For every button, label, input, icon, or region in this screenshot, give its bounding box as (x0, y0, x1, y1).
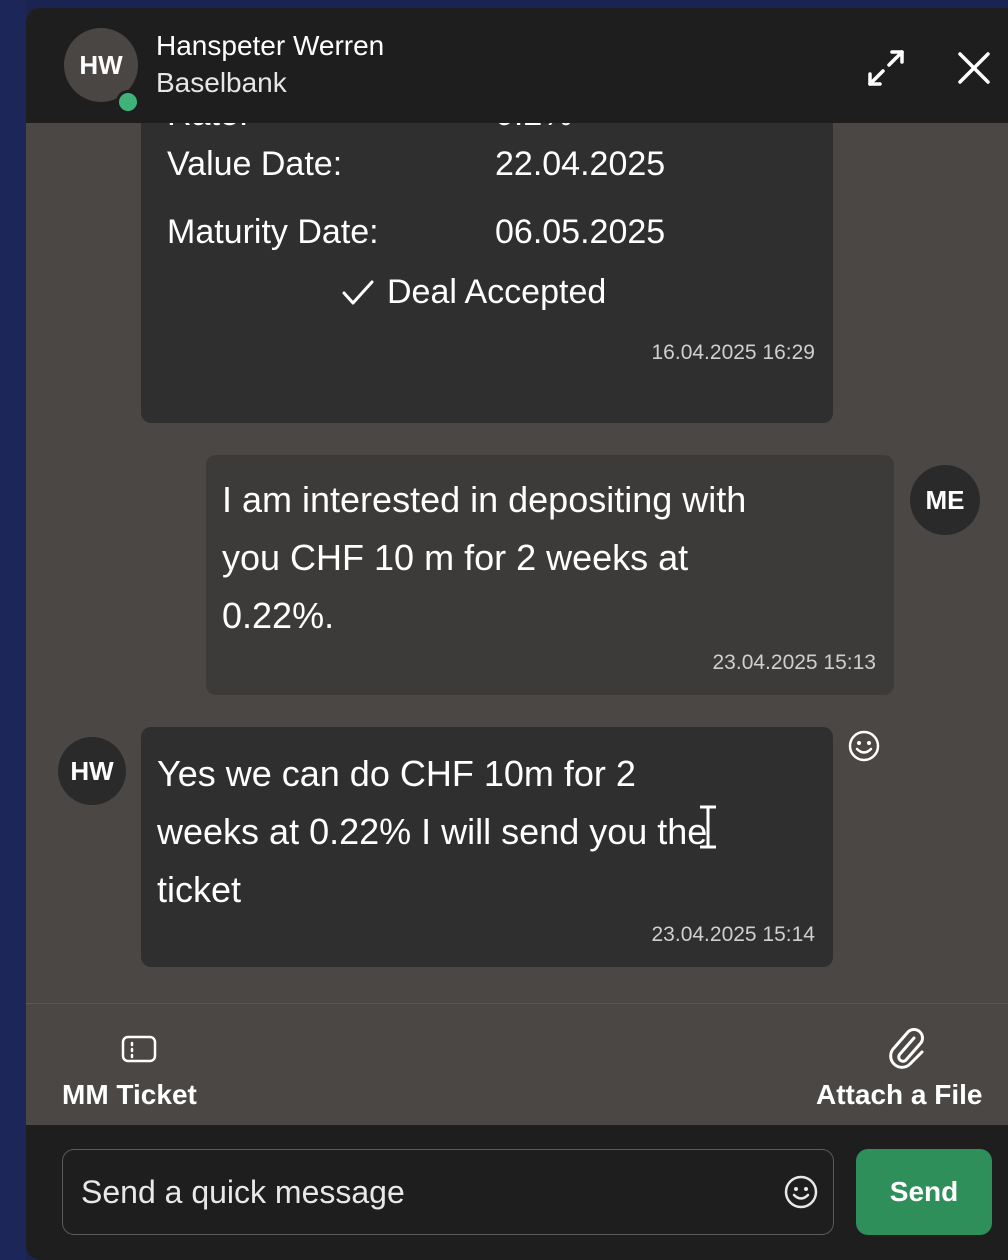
message-timestamp: 23.04.2025 15:13 (712, 651, 877, 674)
attach-file-label: Attach a File (816, 1079, 983, 1110)
message-timestamp: 16.04.2025 16:29 (651, 341, 816, 364)
background (0, 0, 26, 1260)
deal-field-label: Maturity Date: (167, 213, 379, 251)
avatar: HW (58, 737, 126, 805)
deal-field-label: Rate: (167, 123, 248, 134)
chat-window: HW Hanspeter Werren Baselbank Rate: 0.2% (26, 8, 1008, 1260)
avatar: ME (910, 465, 980, 535)
outgoing-message[interactable]: I am interested in depositing with you C… (206, 455, 894, 695)
message-line: weeks at 0.22% I will send you the (157, 811, 708, 852)
message-line: you CHF 10 m for 2 weeks at (222, 537, 689, 578)
close-icon (958, 52, 990, 84)
close-button[interactable] (952, 46, 996, 90)
incoming-message[interactable]: Yes we can do CHF 10m for 2 weeks at 0.2… (141, 727, 833, 967)
message-line: Yes we can do CHF 10m for 2 (157, 753, 636, 794)
mm-ticket-label: MM Ticket (62, 1079, 197, 1110)
contact-name: Hanspeter Werren (156, 30, 385, 61)
paperclip-icon (889, 1028, 924, 1069)
action-toolbar: MM Ticket Attach a File (26, 1003, 1008, 1126)
expand-icon (868, 50, 904, 86)
message-composer: Send (26, 1125, 1008, 1260)
online-status-indicator (116, 90, 140, 114)
add-reaction-icon[interactable] (846, 728, 882, 764)
send-button[interactable]: Send (856, 1149, 992, 1235)
message-input[interactable] (62, 1149, 834, 1235)
contact-organization: Baselbank (156, 67, 287, 98)
text-cursor-icon (700, 805, 716, 849)
message-text: I am interested in depositing with you C… (222, 471, 746, 645)
checkmark-icon (342, 280, 374, 304)
deal-confirmation-card: Rate: 0.2% Value Date: 22.04.2025 Maturi… (141, 123, 833, 423)
expand-button[interactable] (864, 46, 908, 90)
message-line: 0.22%. (222, 595, 335, 636)
message-line: ticket (157, 869, 242, 910)
message-timestamp: 23.04.2025 15:14 (651, 923, 816, 946)
message-list[interactable]: Rate: 0.2% Value Date: 22.04.2025 Maturi… (26, 123, 1008, 1003)
deal-field-value: 0.2% (495, 123, 573, 134)
emoji-icon[interactable] (782, 1173, 820, 1211)
deal-field-label: Value Date: (167, 145, 343, 183)
chat-header: HW Hanspeter Werren Baselbank (26, 8, 1008, 123)
message-line: I am interested in depositing with (222, 479, 747, 520)
deal-status: Deal Accepted (341, 273, 606, 312)
deal-field-value: 22.04.2025 (495, 145, 666, 183)
ticket-icon (121, 1035, 157, 1063)
message-text: Yes we can do CHF 10m for 2 weeks at 0.2… (157, 745, 707, 919)
deal-status-label: Deal Accepted (387, 273, 607, 311)
deal-field-value: 06.05.2025 (495, 213, 666, 251)
